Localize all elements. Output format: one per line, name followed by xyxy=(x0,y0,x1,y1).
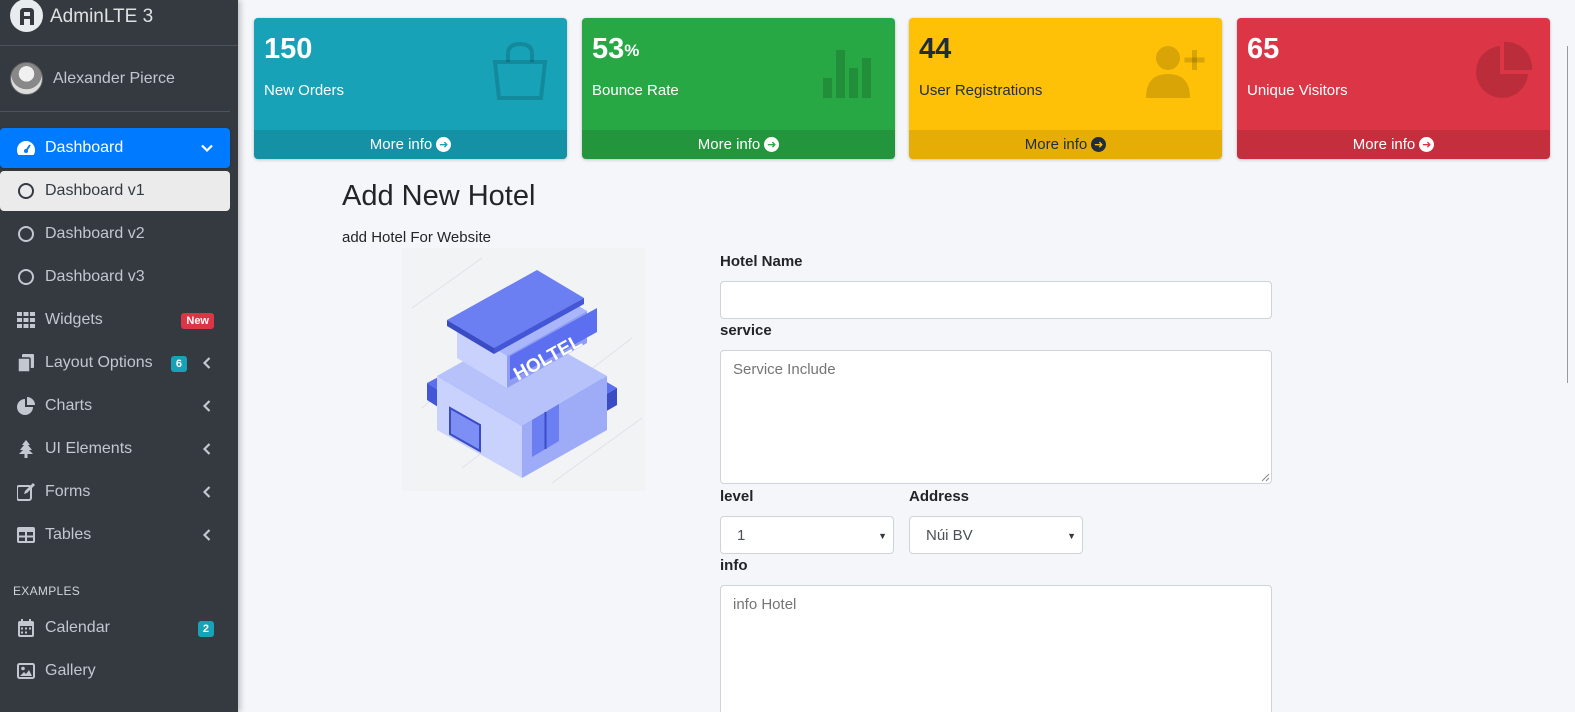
address-label: Address xyxy=(909,488,970,505)
brand-text: AdminLTE 3 xyxy=(50,5,154,27)
sidebar-item-dashboard-v1[interactable]: Dashboard v1 xyxy=(0,171,230,211)
stat-number: 53 xyxy=(592,33,625,65)
sidebar-item-label: Gallery xyxy=(45,662,96,679)
sidebar-item-forms[interactable]: Forms xyxy=(0,472,230,512)
resize-handle-icon[interactable] xyxy=(1261,473,1270,482)
avatar xyxy=(10,62,43,95)
level-label: level xyxy=(720,488,754,505)
sidebar-item-ui-elements[interactable]: UI Elements xyxy=(0,429,230,469)
pie-chart-icon xyxy=(16,397,36,415)
edit-icon xyxy=(16,483,36,501)
stat-box-unique-visitors: 65 Unique Visitors More info ➜ xyxy=(1237,18,1550,159)
circle-icon xyxy=(16,182,36,200)
address-selected-value: Núi BV xyxy=(926,526,973,544)
user-name: Alexander Pierce xyxy=(53,69,175,87)
more-info-label: More info xyxy=(1352,136,1416,153)
sidebar-examples-nav: Calendar 2 Gallery xyxy=(0,608,238,691)
chevron-left-icon xyxy=(202,486,211,498)
tree-icon xyxy=(16,440,36,458)
chevron-left-icon xyxy=(202,400,211,412)
count-badge: 6 xyxy=(170,356,187,372)
service-textarea[interactable] xyxy=(720,350,1272,484)
info-label: info xyxy=(720,557,748,574)
sidebar-item-dashboard[interactable]: Dashboard xyxy=(0,128,230,168)
arrow-circle-right-icon: ➜ xyxy=(1091,137,1107,152)
more-info-label: More info xyxy=(1024,136,1088,153)
arrow-circle-right-icon: ➜ xyxy=(1419,137,1435,152)
bar-chart-icon xyxy=(823,50,871,98)
arrow-circle-right-icon: ➜ xyxy=(436,137,452,152)
table-icon xyxy=(16,526,36,544)
user-plus-icon xyxy=(1146,46,1205,98)
sidebar-item-charts[interactable]: Charts xyxy=(0,386,230,426)
hotel-illustration: HOLTEL xyxy=(402,248,645,491)
more-info-link[interactable]: More info ➜ xyxy=(254,130,567,159)
brand-link[interactable]: AdminLTE 3 xyxy=(0,0,238,46)
sidebar-item-layout-options[interactable]: Layout Options 6 xyxy=(0,343,230,383)
chevron-left-icon xyxy=(202,529,211,541)
more-info-link[interactable]: More info ➜ xyxy=(909,130,1222,159)
pie-chart-icon xyxy=(1476,41,1533,98)
level-select[interactable]: 1 ▼ xyxy=(720,516,894,554)
chevron-down-icon xyxy=(201,144,213,153)
sidebar-item-dashboard-v2[interactable]: Dashboard v2 xyxy=(0,214,230,254)
stat-box-bounce-rate: 53% Bounce Rate More info ➜ xyxy=(582,18,895,159)
chevron-left-icon xyxy=(202,357,211,369)
sidebar-item-dashboard-v3[interactable]: Dashboard v3 xyxy=(0,257,230,297)
stat-box-new-orders: 150 New Orders More info ➜ xyxy=(254,18,567,159)
tachometer-icon xyxy=(16,139,36,157)
arrow-circle-right-icon: ➜ xyxy=(764,137,780,152)
caret-down-icon: ▼ xyxy=(878,531,887,541)
new-badge: New xyxy=(181,313,214,329)
sidebar-item-calendar[interactable]: Calendar 2 xyxy=(0,608,230,648)
count-badge: 2 xyxy=(197,621,214,637)
page-title: Add New Hotel xyxy=(342,180,536,212)
user-panel[interactable]: Alexander Pierce xyxy=(0,46,230,112)
circle-icon xyxy=(16,225,36,243)
address-select[interactable]: Núi BV ▼ xyxy=(909,516,1083,554)
chevron-left-icon xyxy=(202,443,211,455)
caret-down-icon: ▼ xyxy=(1067,531,1076,541)
calendar-icon xyxy=(16,619,36,637)
hotel-name-input[interactable] xyxy=(720,281,1272,319)
sidebar-item-widgets[interactable]: Widgets New xyxy=(0,300,230,340)
more-info-link[interactable]: More info ➜ xyxy=(1237,130,1550,159)
brand-logo-icon xyxy=(10,0,43,32)
more-info-link[interactable]: More info ➜ xyxy=(582,130,895,159)
sidebar-item-gallery[interactable]: Gallery xyxy=(0,651,230,691)
sidebar-nav: Dashboard Dashboard v1 Dashboard v2 Dash… xyxy=(0,112,238,555)
main-sidebar: AdminLTE 3 Alexander Pierce Dashboard Da… xyxy=(0,0,238,712)
sidebar-item-label: Dashboard v1 xyxy=(45,182,145,199)
shopping-bag-icon xyxy=(492,41,548,100)
grid-icon xyxy=(16,311,36,329)
circle-icon xyxy=(16,268,36,286)
info-textarea[interactable] xyxy=(720,585,1272,712)
sidebar-item-label: Dashboard v2 xyxy=(45,225,145,242)
image-icon xyxy=(16,662,36,680)
level-selected-value: 1 xyxy=(737,526,746,544)
page-subtitle: add Hotel For Website xyxy=(342,229,491,246)
copy-icon xyxy=(16,354,36,372)
stat-box-user-registrations: 44 User Registrations More info ➜ xyxy=(909,18,1222,159)
scrollbar[interactable] xyxy=(1567,46,1568,383)
more-info-label: More info xyxy=(697,136,761,153)
sidebar-item-label: Dashboard v3 xyxy=(45,268,145,285)
stat-unit: % xyxy=(624,41,640,60)
more-info-label: More info xyxy=(369,136,433,153)
nav-header: EXAMPLES xyxy=(13,584,81,598)
service-label: service xyxy=(720,322,772,339)
sidebar-item-tables[interactable]: Tables xyxy=(0,515,230,555)
hotel-name-label: Hotel Name xyxy=(720,253,803,270)
